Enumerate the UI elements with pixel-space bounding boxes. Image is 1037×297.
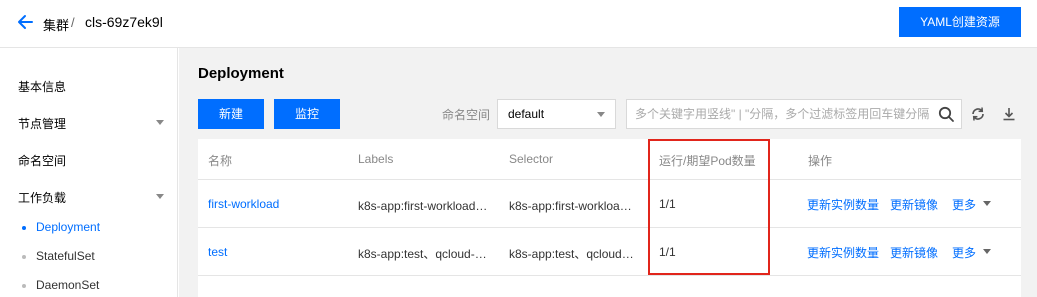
pod-count-cell: 1/1 xyxy=(659,197,676,211)
search-box[interactable] xyxy=(626,99,962,129)
search-icon[interactable] xyxy=(938,106,955,123)
column-header-selector: Selector xyxy=(509,152,554,166)
column-header-name: 名称 xyxy=(208,154,233,168)
deployment-table: 名称 Labels Selector 运行/期望Pod数量 操作 first-w… xyxy=(198,139,1021,297)
labels-cell: k8s-app:first-workload、qcloud-app:first-… xyxy=(358,199,488,213)
update-image-link[interactable]: 更新镜像 xyxy=(890,244,938,261)
search-input[interactable] xyxy=(635,100,931,128)
sidebar-item-label: DaemonSet xyxy=(36,278,100,292)
sidebar-item-workload[interactable]: 工作负载 xyxy=(18,189,66,206)
update-replicas-link[interactable]: 更新实例数量 xyxy=(807,196,879,213)
chevron-down-icon[interactable] xyxy=(983,249,991,254)
namespace-value: default xyxy=(508,107,545,121)
yaml-create-button[interactable]: YAML创建资源 xyxy=(899,7,1021,37)
sidebar: 基本信息 节点管理 命名空间 工作负载 Deployment StatefulS… xyxy=(0,48,178,297)
breadcrumb-cluster[interactable]: 集群 xyxy=(43,15,69,34)
sidebar-item-namespace[interactable]: 命名空间 xyxy=(18,152,66,169)
sidebar-item-basic-info[interactable]: 基本信息 xyxy=(18,78,66,95)
bullet-icon xyxy=(22,283,26,288)
bullet-icon xyxy=(22,254,26,259)
selector-cell: k8s-app:first-workload、qcloud-app:first-… xyxy=(509,199,637,213)
breadcrumb-cluster-id: cls-69z7ek9l xyxy=(85,14,163,30)
new-button[interactable]: 新建 xyxy=(198,99,264,129)
chevron-down-icon[interactable] xyxy=(156,194,164,199)
sidebar-item-deployment[interactable]: Deployment xyxy=(22,220,100,234)
bullet-icon xyxy=(22,225,26,230)
sidebar-item-node-management[interactable]: 节点管理 xyxy=(18,115,66,132)
chevron-down-icon[interactable] xyxy=(156,120,164,125)
refresh-icon[interactable] xyxy=(970,106,986,122)
chevron-down-icon xyxy=(597,112,605,117)
column-header-pod-count: 运行/期望Pod数量 xyxy=(659,154,756,168)
back-arrow-icon[interactable] xyxy=(16,13,34,31)
column-header-actions: 操作 xyxy=(808,154,833,168)
column-header-labels: Labels xyxy=(358,152,394,166)
divider xyxy=(198,275,1021,276)
main-content: Deployment 新建 监控 命名空间 default 名称 Labels … xyxy=(179,48,1037,297)
more-link[interactable]: 更多 xyxy=(952,196,976,213)
selector-cell: k8s-app:test、qcloud-app:test xyxy=(509,247,637,261)
sidebar-item-label: StatefulSet xyxy=(36,249,95,263)
update-image-link[interactable]: 更新镜像 xyxy=(890,196,938,213)
labels-cell: k8s-app:test、qcloud-app:test xyxy=(358,247,488,261)
chevron-down-icon[interactable] xyxy=(983,201,991,206)
divider xyxy=(198,227,1021,228)
breadcrumb-separator: / xyxy=(71,15,75,30)
sidebar-item-statefulset[interactable]: StatefulSet xyxy=(22,249,95,263)
sidebar-item-label: Deployment xyxy=(36,220,101,234)
namespace-select[interactable]: default xyxy=(497,99,616,129)
download-icon[interactable] xyxy=(1001,106,1017,122)
monitor-button[interactable]: 监控 xyxy=(274,99,340,129)
workload-name-link[interactable]: test xyxy=(208,245,348,259)
workload-name-link[interactable]: first-workload xyxy=(208,197,348,211)
pod-count-cell: 1/1 xyxy=(659,245,676,259)
page-title: Deployment xyxy=(198,65,284,82)
top-header: 集群 / cls-69z7ek9l YAML创建资源 xyxy=(0,0,1037,48)
update-replicas-link[interactable]: 更新实例数量 xyxy=(807,244,879,261)
divider xyxy=(198,179,1021,180)
more-link[interactable]: 更多 xyxy=(952,244,976,261)
namespace-label: 命名空间 xyxy=(442,108,491,122)
sidebar-item-daemonset[interactable]: DaemonSet xyxy=(22,278,99,292)
